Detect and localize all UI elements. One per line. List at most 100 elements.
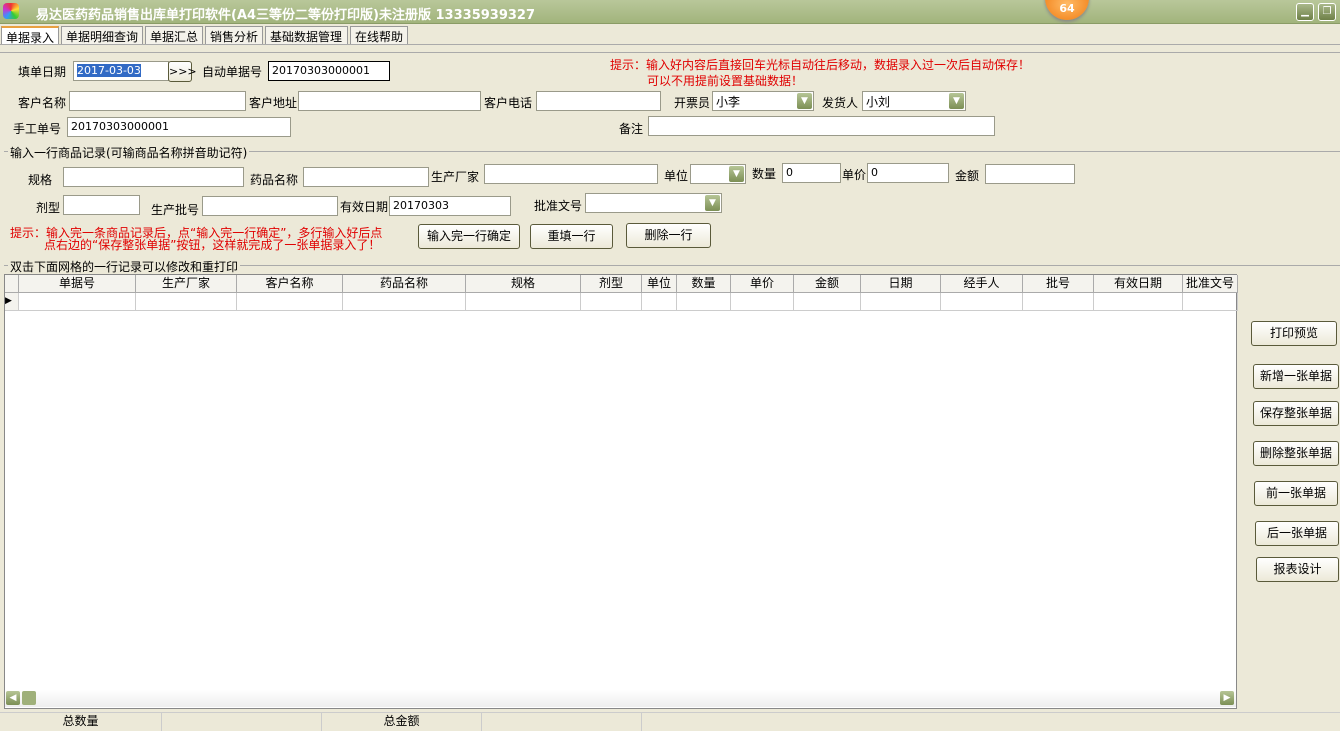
grid-cell[interactable] [1023,293,1094,311]
notification-badge[interactable]: 64 [1045,0,1089,20]
customer-address-input[interactable] [298,91,481,111]
column-header[interactable]: 客户名称 [237,275,343,293]
date-picker-button[interactable]: >>> [168,61,197,82]
column-header[interactable]: 生产厂家 [136,275,237,293]
auto-no-label: 自动单据号 [202,65,263,79]
records-grid[interactable]: ▶ 单据号 生产厂家 客户名称 药品名称 规格 剂型 单位 数量 单价 金额 日期 经手人 批号 有效日期… [4,274,1238,709]
print-preview-button[interactable]: 打印预览 [1251,321,1337,346]
scroll-left-icon[interactable]: ◀ [6,691,20,705]
amount-input[interactable] [985,164,1075,184]
remark-input[interactable] [648,116,995,136]
chevron-down-icon[interactable]: ▼ [729,166,744,182]
expiry-input[interactable]: 20170303 [389,196,511,216]
form-input[interactable] [63,195,140,215]
new-document-button[interactable]: 新增一张单据 [1253,364,1339,389]
total-amount-value [482,713,642,731]
column-header[interactable]: 单据号 [19,275,136,293]
grid-cell[interactable] [731,293,794,311]
grid-cell[interactable] [1183,293,1238,311]
report-design-button[interactable]: 报表设计 [1256,557,1339,582]
grid-cell[interactable] [237,293,343,311]
tab-summary[interactable]: 单据汇总 [145,26,203,44]
grid-cell[interactable] [136,293,237,311]
item-group-title: 输入一行商品记录(可输商品名称拼音助记符) [8,144,250,161]
spec-input[interactable] [63,167,244,187]
approval-select[interactable]: ▼ [585,193,722,213]
column-header[interactable]: 金额 [794,275,861,293]
batch-label: 生产批号 [151,203,200,217]
fill-date-input[interactable]: 2017-03-03 [73,61,169,81]
shipper-select[interactable]: 小刘 ▼ [862,91,966,111]
column-header[interactable]: 批号 [1023,275,1094,293]
column-header[interactable]: 日期 [861,275,941,293]
scroll-right-icon[interactable]: ▶ [1220,691,1234,705]
header-tip-2: 可以不用提前设置基础数据！ [647,74,804,88]
divider [0,52,1340,53]
previous-document-button[interactable]: 前一张单据 [1254,481,1338,506]
horizontal-scrollbar[interactable]: ◀ ▶ [5,690,1236,707]
customer-phone-input[interactable] [536,91,661,111]
header-tip-1: 提示：输入好内容后直接回车光标自动往后移动，数据录入过一次后自动保存！ [610,58,1031,72]
grid-cell[interactable] [861,293,941,311]
form-label: 剂型 [36,201,61,215]
unit-select[interactable]: ▼ [690,164,746,184]
column-header[interactable]: 经手人 [941,275,1023,293]
column-header[interactable]: 剂型 [581,275,642,293]
delete-document-button[interactable]: 删除整张单据 [1253,441,1339,466]
grid-cell[interactable] [581,293,642,311]
tab-entry[interactable]: 单据录入 [1,26,59,45]
chevron-down-icon[interactable]: ▼ [705,195,720,211]
tab-base-data[interactable]: 基础数据管理 [265,26,348,44]
auto-no-input[interactable]: 20170303000001 [268,61,390,81]
price-input[interactable]: 0 [867,163,949,183]
column-header[interactable]: 药品名称 [343,275,466,293]
qty-input[interactable]: 0 [782,163,841,183]
manual-no-input[interactable]: 20170303000001 [67,117,291,137]
delete-row-button[interactable]: 删除一行 [626,223,711,248]
grid-cell[interactable] [941,293,1023,311]
grid-cell[interactable] [1094,293,1183,311]
invoicer-label: 开票员 [674,96,711,110]
grid-cell[interactable] [466,293,581,311]
current-row-indicator-icon: ▶ [5,293,19,311]
scroll-thumb[interactable] [22,691,36,705]
approval-label: 批准文号 [534,199,583,213]
expiry-label: 有效日期 [340,200,389,214]
customer-name-input[interactable] [69,91,246,111]
drug-name-label: 药品名称 [250,173,299,187]
column-header[interactable]: 单价 [731,275,794,293]
minimize-icon[interactable]: ▁ [1296,3,1314,21]
column-header[interactable]: 规格 [466,275,581,293]
fill-date-value: 2017-03-03 [77,64,141,77]
app-logo-icon [3,3,19,19]
column-header[interactable]: 单位 [642,275,677,293]
next-document-button[interactable]: 后一张单据 [1255,521,1339,546]
grid-cell[interactable] [19,293,136,311]
grid-cell[interactable] [343,293,466,311]
grid-cell[interactable] [794,293,861,311]
tab-detail-query[interactable]: 单据明细查询 [61,26,143,44]
divider [0,44,1340,45]
grid-cell[interactable] [642,293,677,311]
tab-help[interactable]: 在线帮助 [350,26,408,44]
chevron-down-icon[interactable]: ▼ [797,93,812,109]
spec-label: 规格 [28,173,53,187]
grid-cell[interactable] [677,293,731,311]
refill-row-button[interactable]: 重填一行 [530,224,613,249]
column-header[interactable]: 批准文号 [1183,275,1238,293]
restore-icon[interactable]: ❐ [1318,3,1336,21]
maker-input[interactable] [484,164,658,184]
confirm-row-button[interactable]: 输入完一行确定 [418,224,520,249]
window-title: 易达医药药品销售出库单打印软件(A4三等份二等份打印版)未注册版 1333593… [36,8,536,23]
drug-name-input[interactable] [303,167,429,187]
chevron-down-icon[interactable]: ▼ [949,93,964,109]
save-document-button[interactable]: 保存整张单据 [1253,401,1339,426]
invoicer-select[interactable]: 小李 ▼ [712,91,814,111]
batch-input[interactable] [202,196,338,216]
column-header[interactable]: 数量 [677,275,731,293]
tab-sales-analysis[interactable]: 销售分析 [205,26,263,44]
price-label: 单价 [842,168,867,182]
shipper-value: 小刘 [866,95,891,109]
column-header[interactable]: 有效日期 [1094,275,1183,293]
maker-label: 生产厂家 [431,170,480,184]
